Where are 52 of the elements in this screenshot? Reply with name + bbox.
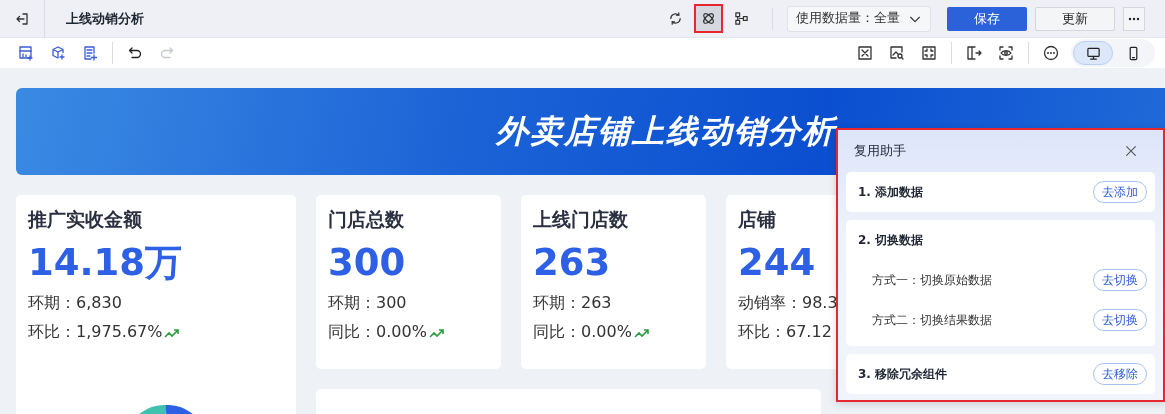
kpi-stat: 环比：1,975.67%	[28, 322, 163, 343]
action-button[interactable]: 去切换	[1093, 309, 1147, 331]
kpi-value: 263	[533, 241, 611, 285]
exit-icon[interactable]	[14, 10, 30, 27]
panel-title: 复用助手	[854, 142, 906, 160]
banner-title: 外卖店铺上线动销分析	[495, 110, 836, 152]
add-cube-icon[interactable]	[50, 45, 66, 61]
close-icon	[1123, 144, 1138, 158]
fit-screen-icon[interactable]	[921, 45, 937, 61]
kpi-value: 14.18万	[28, 241, 183, 285]
more-circle-icon[interactable]	[1043, 45, 1059, 61]
more-button[interactable]	[1123, 6, 1145, 31]
redo-icon	[159, 45, 175, 61]
atom-icon	[701, 11, 716, 26]
step-title: 1. 添加数据	[858, 183, 924, 201]
kpi-stat: 环期：300	[328, 293, 407, 314]
kpi-stat: 动销率：98.3	[738, 293, 838, 314]
add-document-icon[interactable]	[82, 45, 98, 61]
kpi-stat: 同比：0.00%	[328, 322, 427, 343]
option-label: 方式二：切换结果数据	[871, 311, 992, 329]
desktop-icon	[1085, 45, 1101, 61]
image-search-icon[interactable]	[889, 45, 905, 61]
kpi-value: 244	[738, 241, 816, 285]
desktop-view-tab[interactable]	[1073, 41, 1113, 65]
add-chart-icon[interactable]	[18, 45, 34, 61]
close-box-icon[interactable]	[857, 45, 873, 61]
data-scope-dropdown[interactable]: 使用数据量：全量	[787, 5, 931, 32]
kpi-title: 推广实收金额	[28, 207, 143, 232]
action-button[interactable]: 去切换	[1093, 269, 1147, 291]
undo-icon[interactable]	[127, 45, 143, 61]
kpi-stat: 同比：0.00%	[533, 322, 632, 343]
action-button[interactable]: 去添加	[1093, 181, 1147, 203]
kpi-title: 店铺	[738, 207, 777, 232]
page-title: 上线动销分析	[66, 9, 145, 28]
export-icon[interactable]	[966, 45, 982, 61]
update-button[interactable]: 更新	[1035, 6, 1115, 31]
ellipsis-icon	[1128, 16, 1140, 21]
kpi-stat: 环期：6,830	[28, 293, 122, 314]
kpi-title: 上线门店数	[533, 207, 629, 232]
kpi-stat: 环期：263	[533, 293, 612, 314]
kpi-title: 门店总数	[328, 207, 405, 232]
flow-icon	[734, 11, 749, 26]
action-button[interactable]: 去移除	[1093, 363, 1147, 385]
refresh-icon	[668, 11, 683, 26]
step-title: 2. 切换数据	[858, 231, 924, 249]
kpi-value: 300	[328, 241, 406, 285]
save-button[interactable]: 保存	[947, 6, 1027, 31]
atom-button[interactable]	[696, 6, 721, 31]
kpi-stat: 环比：67.12	[738, 322, 832, 343]
preview-icon[interactable]	[998, 45, 1014, 61]
step-title: 3. 移除冗余组件	[858, 365, 948, 383]
option-label: 方式一：切换原始数据	[871, 271, 992, 289]
